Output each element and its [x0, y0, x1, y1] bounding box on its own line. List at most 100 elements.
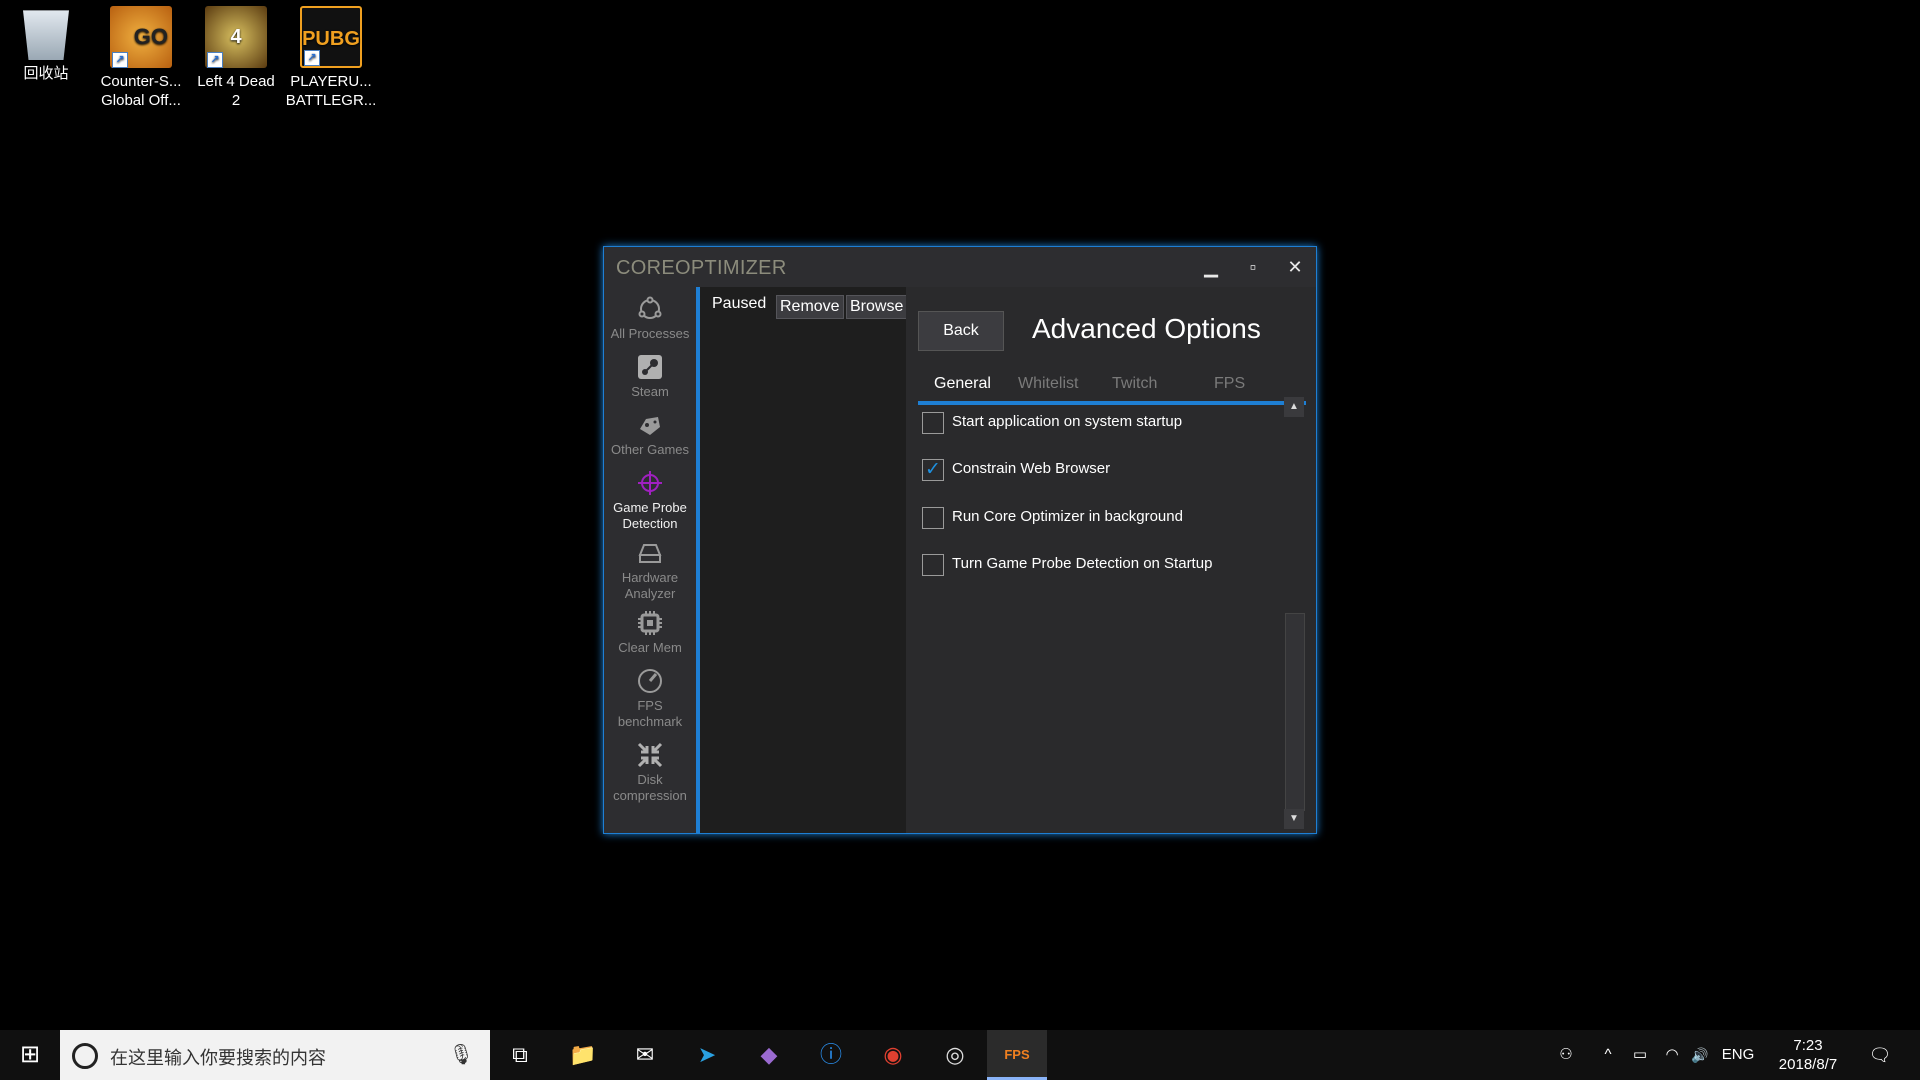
desktop-icon-recycle-bin[interactable]: 回收站: [0, 6, 92, 83]
tab-twitch[interactable]: Twitch: [1112, 375, 1157, 393]
desktop-icon-label: Left 4 Dead: [197, 73, 275, 90]
left4dead2-icon: 4 ↗: [205, 6, 267, 68]
steam-icon: [638, 355, 662, 379]
tab-fps[interactable]: FPS: [1214, 375, 1245, 393]
page-title: Advanced Options: [1032, 313, 1261, 344]
background-checkbox[interactable]: [922, 507, 944, 529]
sidebar-item-other-games[interactable]: Other Games: [604, 411, 696, 458]
taskbar: ⊞ 在这里输入你要搜索的内容 🎙 ⧉ 📁 ✉ ➤ ◆ ⓘ ◉ ◎ FPS ⚇ ^…: [0, 1030, 1920, 1080]
option-label: Run Core Optimizer in background: [952, 508, 1183, 525]
scrollbar-thumb[interactable]: [1285, 613, 1305, 811]
clock-date: 2018/8/7: [1778, 1056, 1838, 1073]
startup-checkbox[interactable]: [922, 412, 944, 434]
scroll-up-icon[interactable]: ▲: [1284, 397, 1304, 417]
mail-icon[interactable]: ✉: [615, 1030, 675, 1080]
search-placeholder: 在这里输入你要搜索的内容: [110, 1048, 326, 1068]
search-box[interactable]: 在这里输入你要搜索的内容 🎙: [60, 1030, 490, 1080]
paused-label: Paused: [712, 295, 767, 312]
tab-general[interactable]: General: [934, 375, 991, 393]
sidebar-label: Game Probe Detection: [613, 500, 687, 531]
cortana-icon: [72, 1043, 98, 1069]
sidebar-item-hardware-analyzer[interactable]: Hardware Analyzer: [604, 539, 696, 602]
file-explorer-icon[interactable]: 📁: [553, 1030, 613, 1080]
desktop-icon-label-line2: 2: [231, 92, 241, 109]
telegram-icon[interactable]: ➤: [677, 1030, 737, 1080]
maximize-button[interactable]: ▫: [1238, 255, 1268, 279]
sidebar-item-fps-benchmark[interactable]: FPS benchmark: [604, 667, 696, 730]
option-label: Constrain Web Browser: [952, 460, 1111, 477]
compress-icon: [637, 742, 663, 768]
tab-whitelist[interactable]: Whitelist: [1018, 375, 1078, 393]
advanced-options-pane: Back Advanced Options General Whitelist …: [906, 287, 1316, 833]
remove-button[interactable]: Remove: [776, 295, 844, 319]
network-icon[interactable]: ◠: [1658, 1030, 1686, 1080]
csgo-icon: GO ↗: [110, 6, 172, 68]
browse-button[interactable]: Browse: [846, 295, 908, 319]
app-blue-icon[interactable]: ⓘ: [801, 1030, 861, 1080]
options-tabs: General Whitelist Twitch FPS: [918, 373, 1306, 405]
sidebar-label: Hardware Analyzer: [621, 570, 679, 601]
volume-icon[interactable]: 🔊: [1686, 1030, 1714, 1080]
process-list-pane: Paused Remove Browse: [700, 287, 908, 833]
close-button[interactable]: ✕: [1280, 255, 1310, 279]
l4d2-badge: 4: [230, 26, 242, 48]
battery-icon[interactable]: ▭: [1626, 1030, 1654, 1080]
coreoptimizer-window: COREOPTIMIZER ▁ ▫ ✕ All Processes Steam …: [603, 246, 1317, 834]
back-button[interactable]: Back: [918, 311, 1004, 351]
recycle-bin-icon: [23, 10, 69, 60]
vertical-scrollbar[interactable]: ▲ ▼: [1284, 397, 1305, 829]
constrain-browser-checkbox[interactable]: [922, 458, 944, 481]
pubg-icon: PUBG ↗: [300, 6, 362, 68]
sidebar-item-disk-compression[interactable]: Disk compression: [604, 741, 696, 804]
shortcut-arrow-icon: ↗: [304, 50, 320, 66]
start-button[interactable]: ⊞: [0, 1030, 60, 1080]
processes-icon: [638, 296, 662, 319]
pubg-badge: PUBG: [302, 28, 360, 50]
crosshair-icon: [638, 471, 662, 495]
desktop-icon-label: 回收站: [23, 65, 69, 82]
action-center-icon[interactable]: 🗨: [1862, 1030, 1898, 1080]
gamepad-icon: [640, 417, 660, 435]
desktop-icon-label: PLAYERU...: [290, 73, 372, 90]
sidebar: All Processes Steam Other Games Game Pro…: [604, 287, 696, 833]
minimize-button[interactable]: ▁: [1196, 255, 1226, 279]
shortcut-arrow-icon: ↗: [112, 52, 128, 68]
shortcut-arrow-icon: ↗: [207, 52, 223, 68]
sidebar-label: Steam: [631, 384, 669, 399]
option-label: Start application on system startup: [952, 413, 1183, 430]
task-view-icon[interactable]: ⧉: [490, 1030, 550, 1080]
desktop-icon-label: Counter-S...: [100, 73, 182, 90]
desktop-icon-label-line2: Global Off...: [101, 92, 181, 109]
people-icon[interactable]: ⚇: [1552, 1030, 1580, 1080]
speedometer-icon: [638, 669, 662, 693]
scroll-down-icon[interactable]: ▼: [1284, 809, 1304, 829]
option-label: Turn Game Probe Detection on Startup: [952, 555, 1213, 572]
sidebar-label: FPS benchmark: [617, 698, 683, 729]
clock[interactable]: 7:23 2018/8/7: [1770, 1036, 1846, 1074]
coreoptimizer-taskbar-icon[interactable]: FPS: [987, 1030, 1047, 1080]
sidebar-item-steam[interactable]: Steam: [604, 353, 696, 400]
microphone-icon[interactable]: 🎙: [449, 1042, 474, 1067]
sidebar-label: All Processes: [610, 326, 690, 341]
desktop-icon-csgo[interactable]: GO ↗ Counter-S... Global Off...: [95, 6, 187, 110]
sidebar-label: Other Games: [610, 442, 690, 457]
hard-drive-icon: [638, 544, 662, 563]
chip-icon: [638, 611, 662, 635]
csgo-badge: GO: [133, 24, 168, 49]
visual-studio-icon[interactable]: ◆: [739, 1030, 799, 1080]
compass-app-icon[interactable]: ◎: [925, 1030, 985, 1080]
desktop-icon-pubg[interactable]: PUBG ↗ PLAYERU... BATTLEGR...: [285, 6, 377, 110]
sidebar-item-clear-mem[interactable]: Clear Mem: [604, 609, 696, 656]
show-hidden-icons-chevron-icon[interactable]: ^: [1596, 1030, 1620, 1080]
desktop-icon-left4dead2[interactable]: 4 ↗ Left 4 Dead 2: [190, 6, 282, 110]
sidebar-label: Disk compression: [613, 772, 687, 803]
clock-time: 7:23: [1793, 1037, 1823, 1054]
sidebar-item-all-processes[interactable]: All Processes: [604, 295, 696, 342]
title-bar[interactable]: COREOPTIMIZER ▁ ▫ ✕: [604, 247, 1316, 287]
sidebar-label: Clear Mem: [618, 640, 682, 655]
input-language[interactable]: ENG: [1718, 1030, 1758, 1080]
chrome-icon[interactable]: ◉: [863, 1030, 923, 1080]
game-probe-checkbox[interactable]: [922, 554, 944, 576]
window-title: COREOPTIMIZER: [616, 257, 787, 279]
sidebar-item-game-probe-detection[interactable]: Game Probe Detection: [604, 469, 696, 532]
